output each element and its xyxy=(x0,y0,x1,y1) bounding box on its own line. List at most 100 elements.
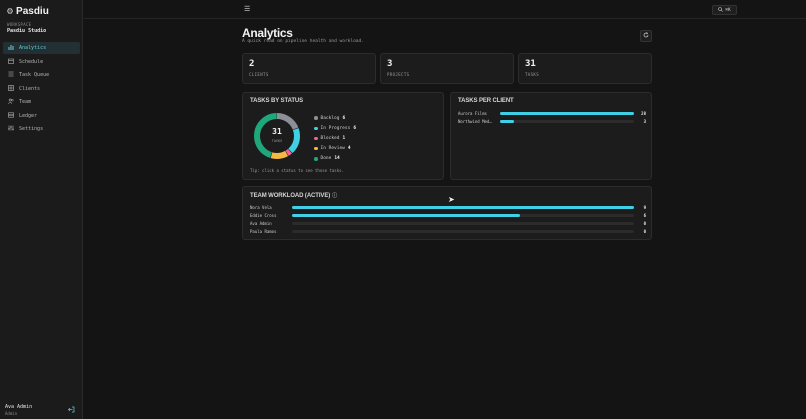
workspace-name: Pasdiu Studio xyxy=(7,28,47,34)
search-shortcut: ⌘K xyxy=(725,7,731,13)
app-name: Pasdiu xyxy=(16,6,49,17)
bar-row-eddie-cross[interactable]: Eddie Cross 6 xyxy=(250,212,646,218)
grid-icon xyxy=(8,84,14,93)
status-count: 6 xyxy=(353,125,357,131)
sidebar-item-label: Settings xyxy=(19,126,44,132)
bar-value: 0 xyxy=(643,229,646,235)
user-profile[interactable]: Ava Admin Admin xyxy=(5,404,32,416)
sidebar-item-label: Clients xyxy=(19,85,41,92)
bar-label: Northwind Med… xyxy=(458,118,492,124)
team-workload-card: TEAM WORKLOAD (ACTIVE) ⓘ Nora Vela 9 Eddie … xyxy=(242,186,652,240)
bar-chart-icon xyxy=(8,44,14,52)
status-dot-icon xyxy=(314,116,318,120)
page-title: Analytics xyxy=(242,26,293,40)
user-name: Ava Admin xyxy=(5,404,33,410)
top-bar: ☰ ⌘K xyxy=(84,0,806,19)
bar-value: 3 xyxy=(643,118,646,124)
status-count: 14 xyxy=(334,156,340,162)
donut-total-label: TASKS xyxy=(271,139,283,143)
legend-item-in-progress[interactable]: In Progress 6 xyxy=(314,123,356,133)
sidebar-item-label: Task Queue xyxy=(19,72,50,78)
sidebar-item-label: Team xyxy=(19,99,32,105)
refresh-button[interactable] xyxy=(640,30,652,42)
stat-label: CLIENTS xyxy=(249,72,269,77)
workspace-label: WORKSPACE xyxy=(7,22,32,27)
bar-value: 9 xyxy=(643,204,646,210)
sidebar-item-team[interactable]: Team xyxy=(3,96,80,108)
bar-track xyxy=(292,205,634,209)
tasks-per-client-card: TASKS PER CLIENT Aurora Films 28 Northwind… xyxy=(450,92,652,180)
bar-label: Nora Vela xyxy=(250,204,272,210)
status-name: Backlog xyxy=(320,115,340,121)
bar-row-ava-admin[interactable]: Ava Admin 0 xyxy=(250,220,646,226)
stat-value: 3 xyxy=(387,59,393,69)
bar-track xyxy=(292,230,634,234)
refresh-icon xyxy=(643,32,649,40)
sidebar-item-label: Schedule xyxy=(19,58,44,65)
stat-card-projects[interactable]: 3 PROJECTS xyxy=(380,53,514,84)
status-name: Blocked xyxy=(320,135,340,141)
tasks-by-status-card: TASKS BY STATUS 31 TASKS Backlog 6 In Prog… xyxy=(242,92,444,180)
stat-label: PROJECTS xyxy=(387,72,410,77)
stat-value: 2 xyxy=(249,59,255,69)
ledger-icon xyxy=(8,112,14,120)
user-role: Admin xyxy=(5,411,18,416)
bar-track xyxy=(500,111,634,115)
logout-icon[interactable] xyxy=(68,406,75,415)
bar-track xyxy=(292,221,634,225)
app-logo[interactable]: ⚙ Pasdiu xyxy=(7,6,49,17)
stat-card-tasks[interactable]: 31 TASKS xyxy=(518,53,652,84)
bar-label: Paula Ramos xyxy=(250,229,277,235)
bar-track xyxy=(292,213,634,217)
bar-row-aurora-films[interactable]: Aurora Films 28 xyxy=(458,110,646,116)
sidebar-item-clients[interactable]: Clients xyxy=(3,83,80,95)
menu-icon[interactable]: ☰ xyxy=(244,5,250,13)
bar-row-northwind-med-[interactable]: Northwind Med… 3 xyxy=(458,118,646,124)
status-dot-icon xyxy=(314,146,318,151)
bar-row-paula-ramos[interactable]: Paula Ramos 0 xyxy=(250,229,646,235)
sidebar-item-task-queue[interactable]: Task Queue xyxy=(3,69,80,81)
status-count: 6 xyxy=(342,115,346,121)
bar-label: Aurora Films xyxy=(458,110,487,116)
status-name: In Progress xyxy=(320,125,351,131)
sidebar-nav: Analytics Schedule Task Queue Clients Te… xyxy=(3,42,80,137)
info-icon[interactable]: ⓘ xyxy=(332,193,337,199)
calendar-icon xyxy=(8,58,14,66)
sidebar-item-analytics[interactable]: Analytics xyxy=(3,42,80,54)
page-subtitle: A quick read on pipeline health and work… xyxy=(242,39,364,44)
bar-track xyxy=(500,119,634,123)
legend-item-backlog[interactable]: Backlog 6 xyxy=(314,113,356,123)
mouse-cursor-icon: ➤ xyxy=(448,195,455,204)
search-button[interactable]: ⌘K xyxy=(712,5,737,15)
status-count: 1 xyxy=(342,135,346,141)
search-icon xyxy=(718,6,724,14)
legend-item-done[interactable]: Done 14 xyxy=(314,154,356,164)
section-title: TASKS BY STATUS xyxy=(250,98,304,104)
list-icon xyxy=(8,71,14,79)
bar-label: Ava Admin xyxy=(250,220,272,226)
stat-label: TASKS xyxy=(525,72,540,77)
sidebar: ⚙ Pasdiu WORKSPACE Pasdiu Studio Analyti… xyxy=(0,0,83,419)
legend-item-in-review[interactable]: In Review 4 xyxy=(314,144,356,154)
status-legend: Backlog 6 In Progress 6 Blocked 1 In Review 4 Do… xyxy=(314,113,356,164)
tip-text: Tip: click a status to see those tasks. xyxy=(250,168,344,173)
sidebar-item-ledger[interactable]: Ledger xyxy=(3,110,80,122)
section-title: TASKS PER CLIENT xyxy=(458,98,514,104)
legend-item-blocked[interactable]: Blocked 1 xyxy=(314,133,356,143)
sidebar-item-schedule[interactable]: Schedule xyxy=(3,56,80,68)
sidebar-item-label: Analytics xyxy=(19,45,47,51)
status-name: In Review xyxy=(320,146,345,152)
sidebar-item-settings[interactable]: Settings xyxy=(3,123,80,135)
status-dot-icon xyxy=(314,136,318,141)
stat-card-clients[interactable]: 2 CLIENTS xyxy=(242,53,376,84)
bar-fill xyxy=(500,119,515,123)
users-icon xyxy=(8,98,14,106)
status-count: 4 xyxy=(347,146,351,152)
status-donut-chart xyxy=(254,113,300,159)
donut-total: 31 xyxy=(272,127,282,136)
bar-row-nora-vela[interactable]: Nora Vela 9 xyxy=(250,204,646,210)
sidebar-item-label: Ledger xyxy=(19,112,38,119)
bar-fill xyxy=(292,205,634,209)
section-title: TEAM WORKLOAD (ACTIVE) ⓘ xyxy=(250,192,337,199)
bar-value: 6 xyxy=(643,212,646,218)
